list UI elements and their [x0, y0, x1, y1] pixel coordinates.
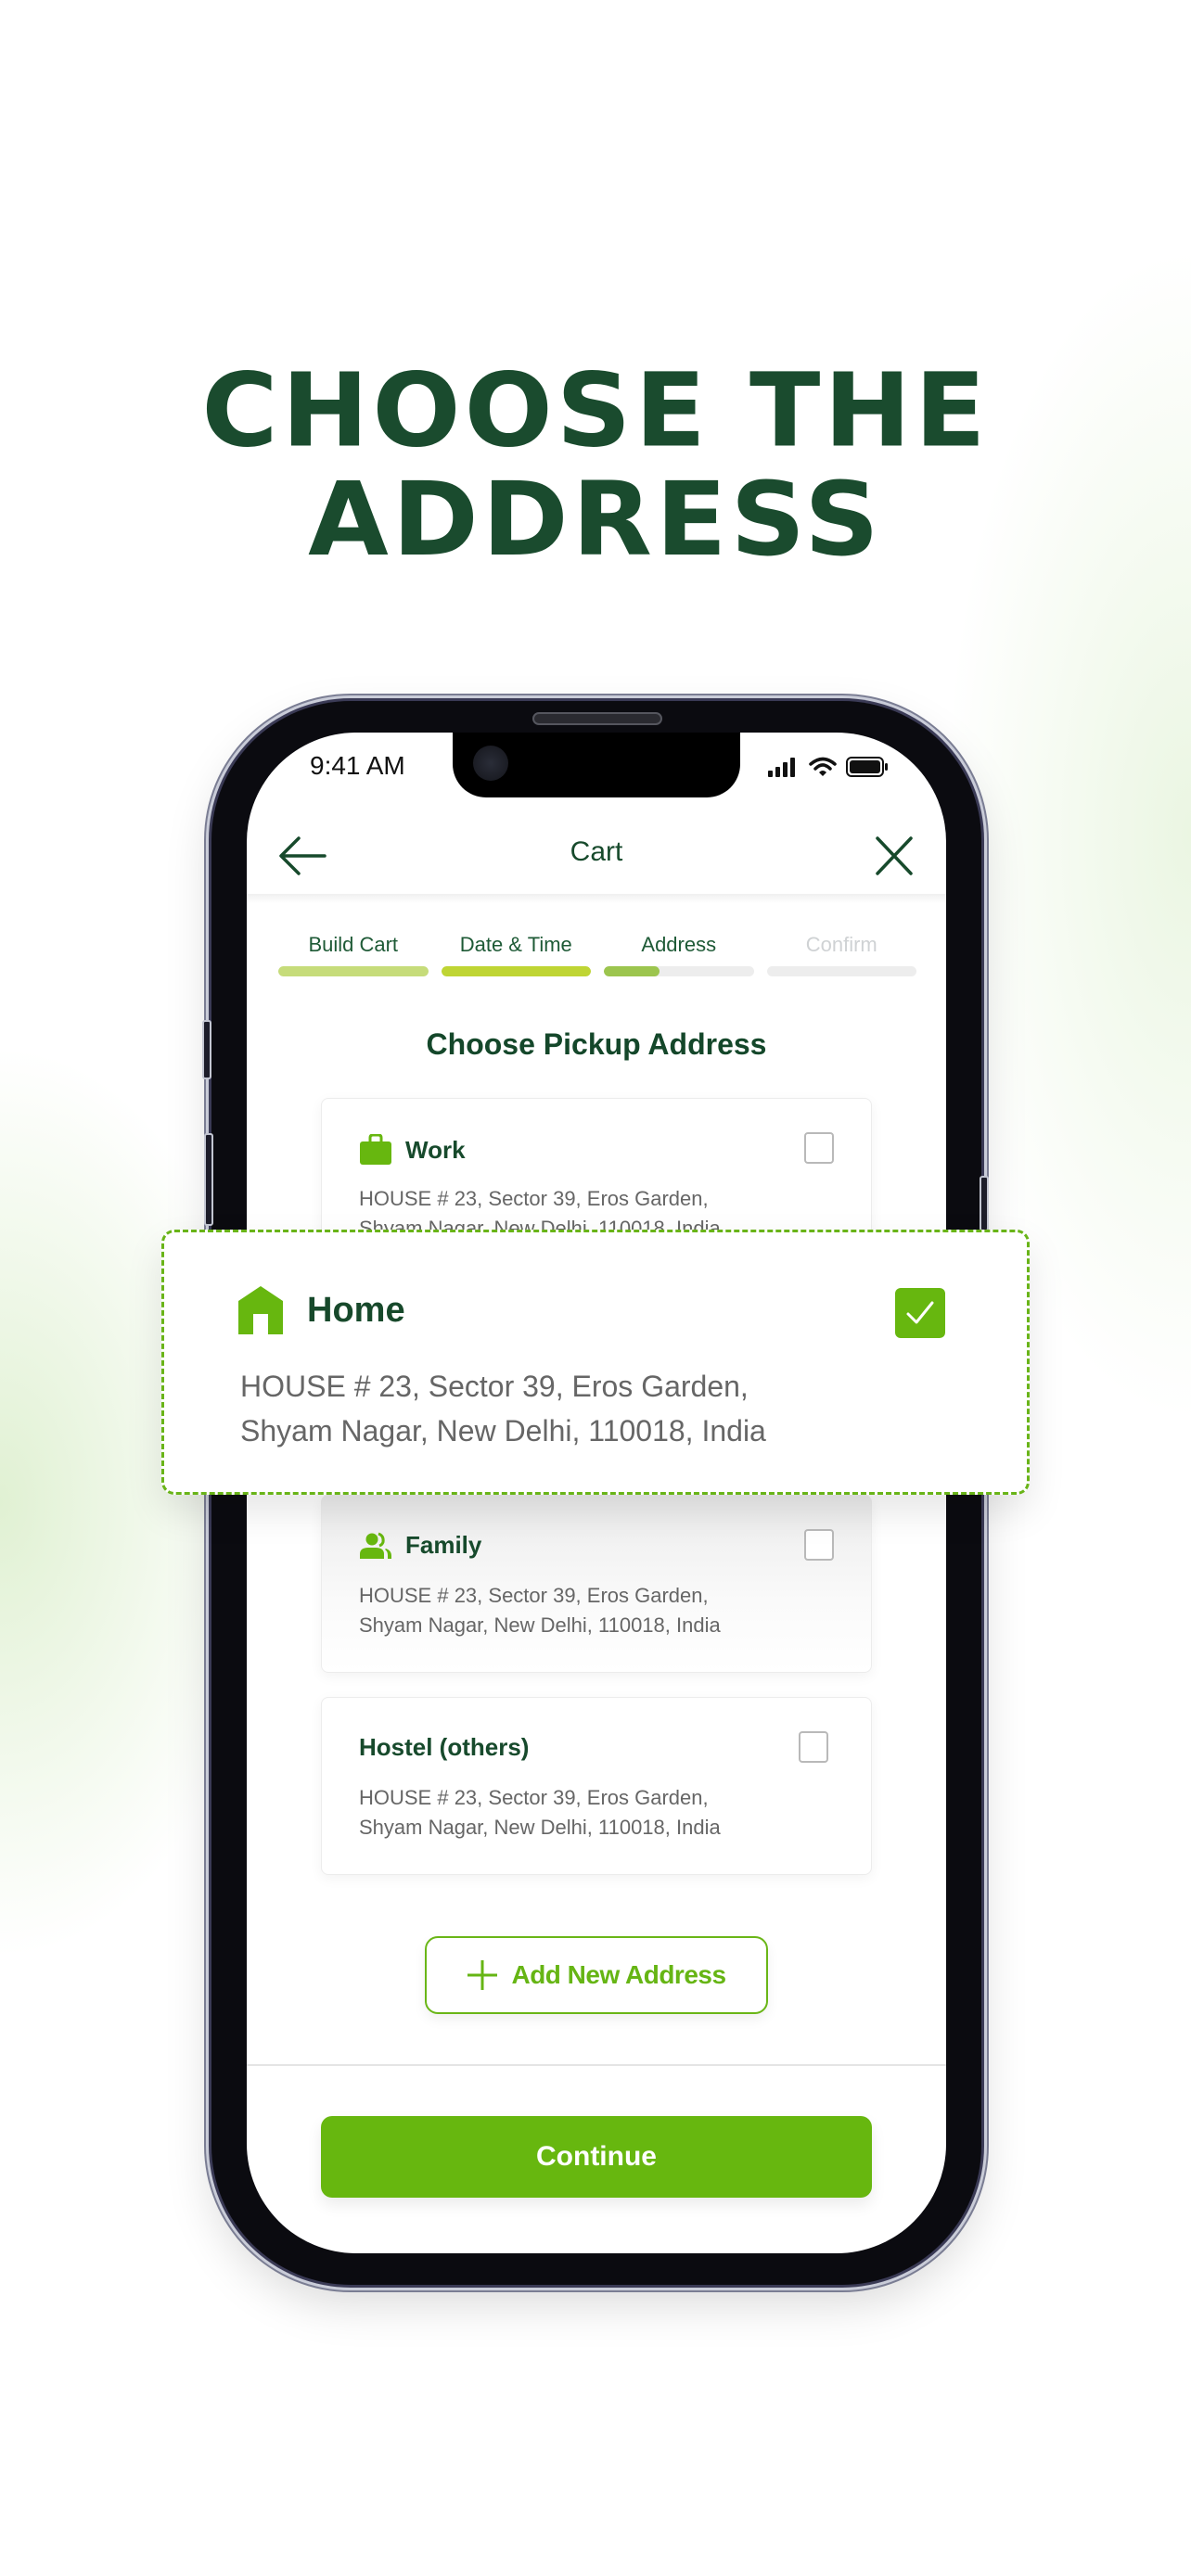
phone-speaker: [532, 712, 662, 725]
nav-divider: [247, 894, 946, 903]
step-progress-bar: [604, 966, 754, 976]
continue-button[interactable]: Continue: [321, 2116, 872, 2198]
address-line-1: HOUSE # 23, Sector 39, Eros Garden,: [359, 1187, 709, 1210]
bottom-divider: [247, 2064, 946, 2066]
address-text: HOUSE # 23, Sector 39, Eros Garden, Shya…: [240, 1364, 766, 1453]
step-progress-bar: [766, 966, 916, 976]
plus-icon: [467, 1960, 498, 1990]
step-progress-fill: [604, 966, 660, 976]
battery-icon: [846, 757, 888, 777]
section-title: Choose Pickup Address: [426, 1027, 767, 1061]
progress-steps: Build Cart Date & Time Address Confirm: [278, 933, 916, 976]
address-line-1: HOUSE # 23, Sector 39, Eros Garden,: [359, 1786, 709, 1809]
address-checkbox[interactable]: [799, 1731, 828, 1763]
checkmark-icon: [906, 1301, 934, 1324]
address-line-2: Shyam Nagar, New Delhi, 110018, India: [240, 1414, 766, 1447]
wifi-icon: [809, 757, 837, 776]
address-text: HOUSE # 23, Sector 39, Eros Garden, Shya…: [359, 1581, 721, 1640]
address-line-2: Shyam Nagar, New Delhi, 110018, India: [359, 1613, 721, 1637]
nav-title: Cart: [570, 836, 623, 867]
step-build-cart[interactable]: Build Cart: [278, 933, 429, 976]
phone-side-button: [204, 1133, 213, 1226]
phone-side-button: [202, 1020, 211, 1079]
add-new-address-label: Add New Address: [511, 1960, 726, 1989]
address-line-1: HOUSE # 23, Sector 39, Eros Garden,: [359, 1584, 709, 1607]
step-progress-bar: [441, 966, 591, 976]
address-type: Hostel (others): [359, 1733, 530, 1761]
step-progress-bar: [278, 966, 429, 976]
status-time: 9:41 AM: [310, 751, 405, 780]
step-label: Date & Time: [459, 933, 572, 956]
step-label: Build Cart: [308, 933, 399, 956]
status-icons: [768, 757, 889, 777]
step-date-time[interactable]: Date & Time: [441, 933, 591, 976]
address-card-family[interactable]: Family HOUSE # 23, Sector 39, Eros Garde…: [321, 1495, 872, 1673]
address-card-home-selected[interactable]: Home HOUSE # 23, Sector 39, Eros Garden,…: [161, 1230, 1030, 1495]
address-line-2: Shyam Nagar, New Delhi, 110018, India: [359, 1816, 721, 1839]
step-confirm[interactable]: Confirm: [766, 933, 916, 976]
phone-side-button: [980, 1176, 989, 1231]
headline-line-2: ADDRESS: [308, 461, 883, 580]
address-line-1: HOUSE # 23, Sector 39, Eros Garden,: [240, 1370, 749, 1403]
address-checkbox[interactable]: [804, 1132, 834, 1164]
step-progress-fill: [441, 966, 591, 976]
address-checkbox[interactable]: [804, 1529, 834, 1561]
address-type: Home: [307, 1290, 405, 1330]
add-new-address-button[interactable]: Add New Address: [425, 1936, 768, 2014]
address-card-hostel[interactable]: Hostel (others) HOUSE # 23, Sector 39, E…: [321, 1697, 872, 1875]
promo-headline: CHOOSE THE ADDRESS: [0, 356, 1191, 574]
camera-icon: [473, 746, 508, 781]
step-progress-fill: [278, 966, 429, 976]
briefcase-icon: [360, 1134, 391, 1165]
step-label: Confirm: [805, 933, 877, 956]
step-label: Address: [641, 933, 717, 956]
step-address[interactable]: Address: [604, 933, 754, 976]
nav-bar: Cart: [247, 816, 946, 894]
headline-line-1: CHOOSE THE: [201, 351, 990, 470]
close-icon[interactable]: [874, 835, 915, 877]
address-type: Work: [405, 1135, 466, 1164]
signal-icon: [768, 758, 795, 777]
family-icon: [360, 1532, 391, 1559]
address-checkbox-checked[interactable]: [895, 1288, 945, 1338]
address-type: Family: [405, 1531, 482, 1559]
address-text: HOUSE # 23, Sector 39, Eros Garden, Shya…: [359, 1783, 721, 1843]
home-icon: [238, 1286, 283, 1334]
